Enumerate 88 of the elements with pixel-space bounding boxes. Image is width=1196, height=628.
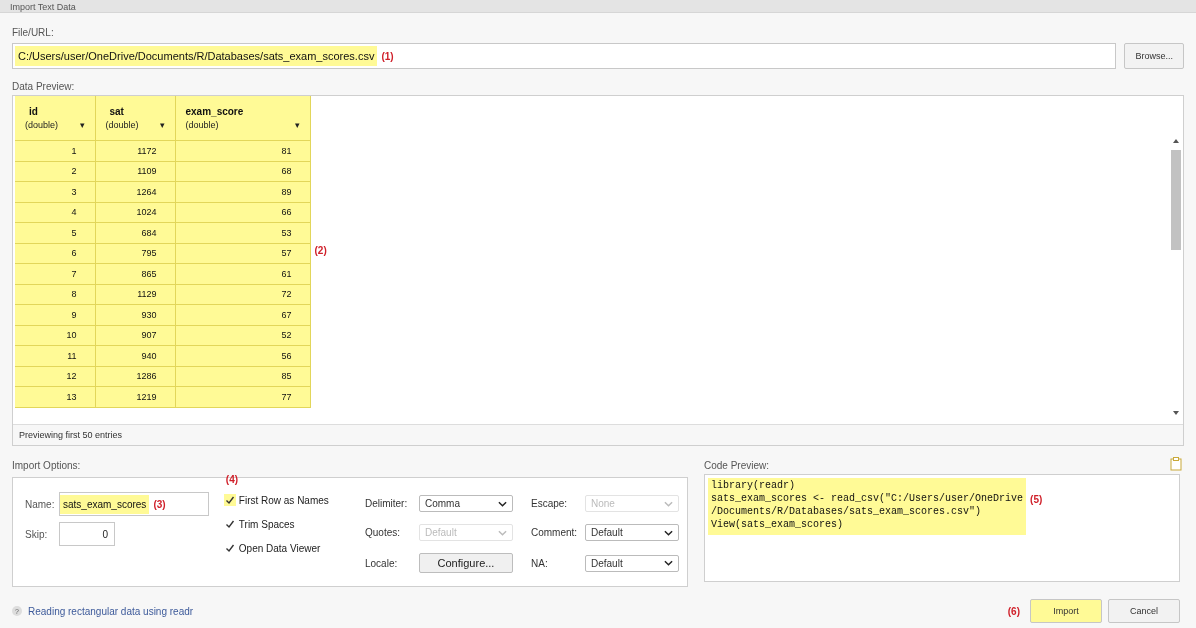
table-cell: 12 — [15, 366, 95, 387]
table-cell: 1219 — [95, 386, 175, 407]
table-cell: 1129 — [95, 284, 175, 305]
table-cell: 10 — [15, 325, 95, 346]
table-cell: 795 — [95, 243, 175, 264]
import-button[interactable]: Import — [1030, 599, 1102, 623]
chevron-down-icon — [498, 529, 507, 536]
table-cell: 85 — [175, 366, 310, 387]
preview-footer-text: Previewing first 50 entries — [19, 430, 123, 440]
annotation-label: (6) — [1006, 605, 1021, 617]
dropdown[interactable]: Default — [585, 554, 679, 572]
checkbox-label: First Row as Names — [238, 494, 329, 506]
setting-label: NA: — [531, 557, 549, 569]
table-cell: 1109 — [95, 161, 175, 182]
chevron-down-icon — [664, 500, 673, 507]
table-cell: 68 — [175, 161, 310, 182]
table-cell: 8 — [15, 284, 95, 305]
table-cell: 3 — [15, 181, 95, 202]
table-cell: 13 — [15, 386, 95, 407]
scroll-down-icon[interactable] — [1172, 410, 1180, 416]
code-text: library(readr) sats_exam_scores <- read_csv("C:/Users/user/OneDrive /Documents/R/Databases/sats_exam_scores.csv") View(sats_exam_scores) — [708, 478, 1027, 535]
table-cell: 57 — [175, 243, 310, 264]
table-cell: 2 — [15, 161, 95, 182]
table-cell: 4 — [15, 202, 95, 223]
skip-label: Skip: — [25, 528, 49, 540]
table-cell: 5 — [15, 222, 95, 243]
configure-button[interactable]: Configure... — [419, 553, 513, 573]
file-url-label: File/URL: — [12, 27, 54, 38]
table-cell: 1 — [15, 140, 95, 161]
setting-label: Escape: — [531, 498, 569, 509]
dropdown[interactable]: Default — [585, 524, 679, 541]
table-cell: 1286 — [95, 366, 175, 387]
checkbox[interactable] — [223, 542, 236, 554]
checkbox-label: Trim Spaces — [238, 518, 295, 530]
table-cell: 53 — [175, 222, 310, 243]
window-title: Import Text Data — [10, 2, 76, 12]
data-preview-label: Data Preview: — [12, 81, 75, 92]
skip-field[interactable]: 0 — [59, 522, 115, 546]
table-cell: 81 — [175, 140, 310, 161]
table-cell: 66 — [175, 202, 310, 223]
annotation-label: (2) — [313, 244, 328, 256]
file-path-field[interactable]: C:/Users/user/OneDrive/Documents/R/Databases/sats_exam_scores.csv (1) — [12, 43, 1117, 69]
dropdown[interactable]: Comma — [419, 495, 513, 512]
name-field[interactable]: sats_exam_scores (3) — [59, 492, 209, 516]
annotation-label: (1) — [380, 50, 395, 62]
table-cell: 89 — [175, 181, 310, 202]
cancel-button[interactable]: Cancel — [1108, 599, 1180, 623]
browse-button[interactable]: Browse... — [1124, 43, 1184, 69]
checkbox[interactable] — [223, 518, 236, 530]
table-cell: 61 — [175, 263, 310, 284]
table-cell: 7 — [15, 263, 95, 284]
table-cell: 684 — [95, 222, 175, 243]
annotation-label: (3) — [152, 498, 167, 510]
clipboard-icon[interactable] — [1170, 457, 1182, 471]
table-cell: 907 — [95, 325, 175, 346]
help-link[interactable]: Reading rectangular data using readr — [28, 605, 194, 617]
setting-label: Delimiter: — [365, 498, 409, 509]
annotation-label: (4) — [224, 474, 240, 485]
table-cell: 52 — [175, 325, 310, 346]
table-cell: 1172 — [95, 140, 175, 161]
import-options-label: Import Options: — [12, 460, 81, 471]
table-cell: 865 — [95, 263, 175, 284]
name-label: Name: — [25, 498, 55, 510]
table-cell: 1264 — [95, 181, 175, 202]
table-cell: 1024 — [95, 202, 175, 223]
column-header[interactable]: exam_score (double) ▾ — [175, 96, 310, 141]
table-cell: 9 — [15, 304, 95, 325]
checkbox-label: Open Data Viewer — [238, 542, 321, 554]
table-cell: 77 — [175, 386, 310, 407]
table-cell: 930 — [95, 304, 175, 325]
chevron-down-icon — [664, 560, 673, 566]
scroll-up-icon[interactable] — [1172, 138, 1180, 144]
annotation-label: (5) — [1029, 494, 1044, 505]
table-cell: 67 — [175, 304, 310, 325]
code-preview-label: Code Preview: — [704, 460, 770, 471]
checkbox[interactable] — [223, 494, 236, 506]
table-cell: 72 — [175, 284, 310, 305]
setting-label: Comment: — [531, 527, 579, 538]
column-header[interactable]: sat (double) ▾ — [95, 96, 175, 141]
chevron-down-icon — [498, 500, 507, 507]
chevron-down-icon — [664, 529, 673, 536]
setting-label: Locale: — [365, 557, 399, 569]
table-cell: 940 — [95, 345, 175, 366]
setting-label: Quotes: — [365, 527, 402, 538]
table-cell: 11 — [15, 345, 95, 366]
table-cell: 6 — [15, 243, 95, 264]
column-header[interactable]: id (double) ▾ — [15, 96, 95, 141]
table-cell: 56 — [175, 345, 310, 366]
